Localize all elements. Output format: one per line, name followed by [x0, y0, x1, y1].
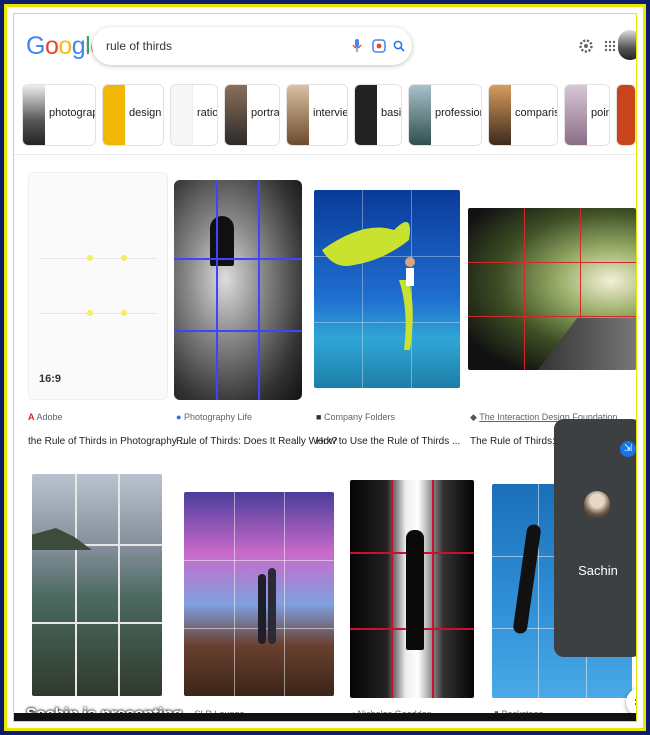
logo-letter: G: [26, 32, 45, 60]
source-name: Photography Life: [183, 412, 253, 422]
screen-frame: Google photography design: [4, 4, 646, 731]
chip-interview[interactable]: interview: [286, 84, 348, 146]
result-image: [468, 208, 636, 370]
chip-point[interactable]: point: [564, 84, 610, 146]
filter-chips: photography design ratio portrait interv…: [22, 84, 636, 150]
chip-thumbnail: [355, 85, 377, 145]
chip-label: portrait: [251, 107, 280, 119]
chip-label: photography: [49, 107, 95, 119]
lens-icon[interactable]: [370, 37, 388, 55]
result-source: ● Photography Life: [176, 412, 252, 422]
result-image: [314, 190, 460, 388]
result-source: ■ Company Folders: [316, 412, 395, 422]
chip-thumbnail: [23, 85, 45, 145]
chip-thumbnail: [171, 85, 193, 145]
chip-label: ratio: [197, 107, 218, 119]
result-title[interactable]: Rule of Thirds: Does It Really Work?: [176, 436, 337, 447]
adobe-icon: A: [28, 412, 35, 422]
chip-label: design: [129, 107, 162, 119]
chip-thumbnail: [489, 85, 511, 145]
mic-icon[interactable]: [348, 37, 366, 55]
chip-ratio[interactable]: ratio: [170, 84, 218, 146]
participant-avatar: [584, 491, 610, 519]
account-avatar[interactable]: [618, 30, 636, 60]
chip-label: professional: [435, 107, 481, 119]
divider: [14, 154, 636, 155]
chip-more[interactable]: [616, 84, 636, 146]
chip-label: basic: [381, 107, 402, 119]
chip-basic[interactable]: basic: [354, 84, 402, 146]
chip-label: point: [591, 107, 609, 119]
gear-icon[interactable]: [574, 34, 598, 58]
pin-icon[interactable]: ⇲: [620, 441, 636, 457]
search-input[interactable]: [106, 36, 336, 56]
logo-letter: g: [71, 32, 86, 60]
search-icon[interactable]: [390, 37, 408, 55]
result-image: [184, 492, 334, 696]
source-name: Adobe: [36, 412, 63, 422]
result-image: 16:9: [28, 172, 168, 400]
chip-label: comparison: [515, 107, 557, 119]
chevron-right-icon[interactable]: ›: [634, 102, 636, 128]
result-image: [350, 480, 474, 698]
result-source: A Adobe: [28, 412, 63, 422]
site-icon: ●: [176, 412, 182, 422]
logo-letter: o: [44, 32, 59, 60]
chip-design[interactable]: design: [102, 84, 164, 146]
site-icon: ◆: [470, 412, 477, 422]
participant-tile[interactable]: ⇲ Sachin: [554, 419, 636, 657]
search-box: [92, 27, 412, 65]
chip-thumbnail: [287, 85, 309, 145]
chip-thumbnail: [225, 85, 247, 145]
source-name: Company Folders: [323, 412, 395, 422]
site-icon: ■: [316, 412, 322, 422]
chip-thumbnail: [565, 85, 587, 145]
header: Google: [14, 14, 636, 80]
image-caption: 16:9: [39, 373, 62, 385]
result-title[interactable]: the Rule of Thirds in Photography ...: [28, 436, 188, 447]
participant-name: Sachin: [578, 563, 618, 578]
logo-letter: o: [58, 32, 72, 60]
result-image: [174, 180, 302, 400]
result-image: [32, 474, 162, 696]
chip-portrait[interactable]: portrait: [224, 84, 280, 146]
chip-label: interview: [313, 107, 348, 119]
shared-screen: Google photography design: [13, 13, 637, 722]
chip-photography[interactable]: photography: [22, 84, 96, 146]
result-title[interactable]: How to Use the Rule of Thirds ...: [316, 436, 460, 447]
bottom-bar: [14, 713, 636, 721]
chip-thumbnail: [103, 85, 125, 145]
chip-professional[interactable]: professional: [408, 84, 482, 146]
chip-comparison[interactable]: comparison: [488, 84, 558, 146]
chip-thumbnail: [409, 85, 431, 145]
